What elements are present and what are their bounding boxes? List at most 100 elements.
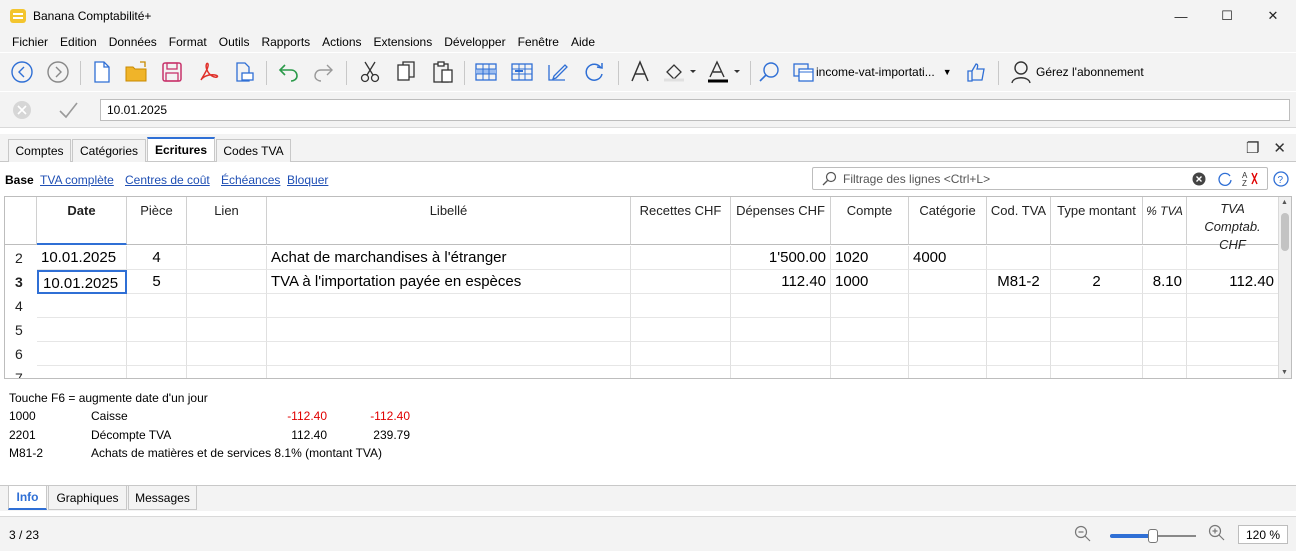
- confirm-edit-icon[interactable]: [56, 95, 80, 125]
- cell-depenses[interactable]: [731, 318, 831, 342]
- minimize-button[interactable]: —: [1158, 0, 1204, 32]
- cell-libelle[interactable]: [267, 342, 631, 366]
- cell-codtva[interactable]: [987, 246, 1051, 270]
- cell-codtva[interactable]: [987, 366, 1051, 378]
- row-number[interactable]: 6: [5, 342, 36, 366]
- cell-compte[interactable]: 1020: [831, 246, 909, 270]
- column-header-tva-comptab[interactable]: TVA Comptab. CHF: [1187, 197, 1279, 252]
- row-number[interactable]: 4: [5, 294, 36, 318]
- cell-typemontant[interactable]: [1051, 246, 1143, 270]
- cell-piece[interactable]: 5: [127, 270, 187, 294]
- column-header-depenses[interactable]: Dépenses CHF: [731, 197, 831, 245]
- cell-compte[interactable]: [831, 342, 909, 366]
- menu-fichier[interactable]: Fichier: [6, 35, 54, 49]
- cell-tvacomptab[interactable]: [1187, 342, 1279, 366]
- cell-recettes[interactable]: [631, 366, 731, 378]
- cell-date[interactable]: [37, 366, 127, 378]
- cell-categorie[interactable]: [909, 294, 987, 318]
- vertical-scrollbar[interactable]: ▲ ▼: [1278, 197, 1291, 378]
- tab-comptes[interactable]: Comptes: [8, 139, 71, 162]
- cell-tvacomptab[interactable]: [1187, 366, 1279, 378]
- cell-compte[interactable]: [831, 366, 909, 378]
- window-switch-icon[interactable]: [790, 57, 816, 87]
- menu-actions[interactable]: Actions: [316, 35, 367, 49]
- tab-categories[interactable]: Catégories: [72, 139, 146, 162]
- zoom-slider[interactable]: [1110, 529, 1196, 543]
- cell-compte[interactable]: 1000: [831, 270, 909, 294]
- column-header-compte[interactable]: Compte: [831, 197, 909, 245]
- menu-format[interactable]: Format: [163, 35, 213, 49]
- menu-rapports[interactable]: Rapports: [255, 35, 316, 49]
- cell-date[interactable]: [37, 294, 127, 318]
- insert-rows-icon[interactable]: [472, 57, 500, 87]
- cell-date[interactable]: [37, 342, 127, 366]
- document-selector[interactable]: income-vat-importati... ▼: [816, 65, 952, 79]
- cell-lien[interactable]: [187, 294, 267, 318]
- cell-lien[interactable]: [187, 342, 267, 366]
- cell-piece[interactable]: [127, 318, 187, 342]
- redo-icon[interactable]: [308, 57, 338, 87]
- row-filter-input[interactable]: Filtrage des lignes <Ctrl+L> AZ: [812, 167, 1268, 190]
- tab-info[interactable]: Info: [8, 486, 47, 510]
- cell-tvacomptab[interactable]: [1187, 246, 1279, 270]
- undo-icon[interactable]: [274, 57, 304, 87]
- menu-fenetre[interactable]: Fenêtre: [512, 35, 565, 49]
- view-centres-de-cout[interactable]: Centres de coût: [125, 173, 210, 187]
- cell-lien[interactable]: [187, 270, 267, 294]
- cell-pcttva[interactable]: [1143, 342, 1187, 366]
- menu-developper[interactable]: Développer: [438, 35, 511, 49]
- menu-edition[interactable]: Edition: [54, 35, 103, 49]
- cell-recettes[interactable]: [631, 342, 731, 366]
- view-tva-complete[interactable]: TVA complète: [40, 173, 114, 187]
- cell-piece[interactable]: 4: [127, 246, 187, 270]
- close-panel-icon[interactable]: ✕: [1273, 139, 1286, 157]
- tab-codes-tva[interactable]: Codes TVA: [216, 139, 291, 162]
- column-header-type-montant[interactable]: Type montant: [1051, 197, 1143, 245]
- cell-categorie[interactable]: [909, 318, 987, 342]
- zoom-slider-thumb[interactable]: [1148, 529, 1158, 543]
- cell-codtva[interactable]: [987, 342, 1051, 366]
- cell-categorie[interactable]: [909, 270, 987, 294]
- cell-content-input[interactable]: 10.01.2025: [100, 99, 1290, 121]
- delete-rows-icon[interactable]: [508, 57, 536, 87]
- cell-depenses[interactable]: [731, 366, 831, 378]
- column-header-lien[interactable]: Lien: [187, 197, 267, 245]
- cell-libelle[interactable]: Achat de marchandises à l'étranger: [267, 246, 631, 270]
- view-base[interactable]: Base: [5, 173, 34, 187]
- view-echeances[interactable]: Échéances: [221, 173, 280, 187]
- edit-cell-icon[interactable]: [544, 57, 572, 87]
- cell-typemontant[interactable]: [1051, 366, 1143, 378]
- close-window-button[interactable]: ✕: [1250, 0, 1296, 32]
- save-icon[interactable]: [158, 57, 186, 87]
- cell-piece[interactable]: [127, 294, 187, 318]
- cell-typemontant[interactable]: [1051, 294, 1143, 318]
- cell-date[interactable]: [37, 318, 127, 342]
- column-header-categorie[interactable]: Catégorie: [909, 197, 987, 245]
- cell-typemontant[interactable]: [1051, 342, 1143, 366]
- recalculate-icon[interactable]: [580, 57, 608, 87]
- cell-pcttva[interactable]: [1143, 366, 1187, 378]
- search-icon[interactable]: [756, 57, 782, 87]
- row-number[interactable]: 2: [5, 246, 36, 270]
- column-header-cod-tva[interactable]: Cod. TVA: [987, 197, 1051, 245]
- cell-lien[interactable]: [187, 318, 267, 342]
- cell-typemontant[interactable]: 2: [1051, 270, 1143, 294]
- back-nav-icon[interactable]: [8, 57, 36, 87]
- cell-recettes[interactable]: [631, 270, 731, 294]
- cell-depenses[interactable]: 1'500.00: [731, 246, 831, 270]
- subscription-button[interactable]: Gérez l'abonnement: [1036, 65, 1144, 79]
- clear-filter-icon[interactable]: [1191, 171, 1207, 190]
- cell-piece[interactable]: [127, 366, 187, 378]
- open-folder-icon[interactable]: [122, 57, 152, 87]
- column-header-recettes[interactable]: Recettes CHF: [631, 197, 731, 245]
- view-bloquer[interactable]: Bloquer: [287, 173, 328, 187]
- cell-pcttva[interactable]: [1143, 318, 1187, 342]
- cell-recettes[interactable]: [631, 246, 731, 270]
- menu-outils[interactable]: Outils: [213, 35, 256, 49]
- zoom-out-icon[interactable]: [1074, 525, 1092, 546]
- cell-compte[interactable]: [831, 294, 909, 318]
- column-header-date[interactable]: Date: [37, 197, 127, 245]
- cell-codtva[interactable]: [987, 294, 1051, 318]
- restore-panel-icon[interactable]: ❐: [1246, 139, 1259, 157]
- sort-filter-icon[interactable]: AZ: [1241, 170, 1259, 191]
